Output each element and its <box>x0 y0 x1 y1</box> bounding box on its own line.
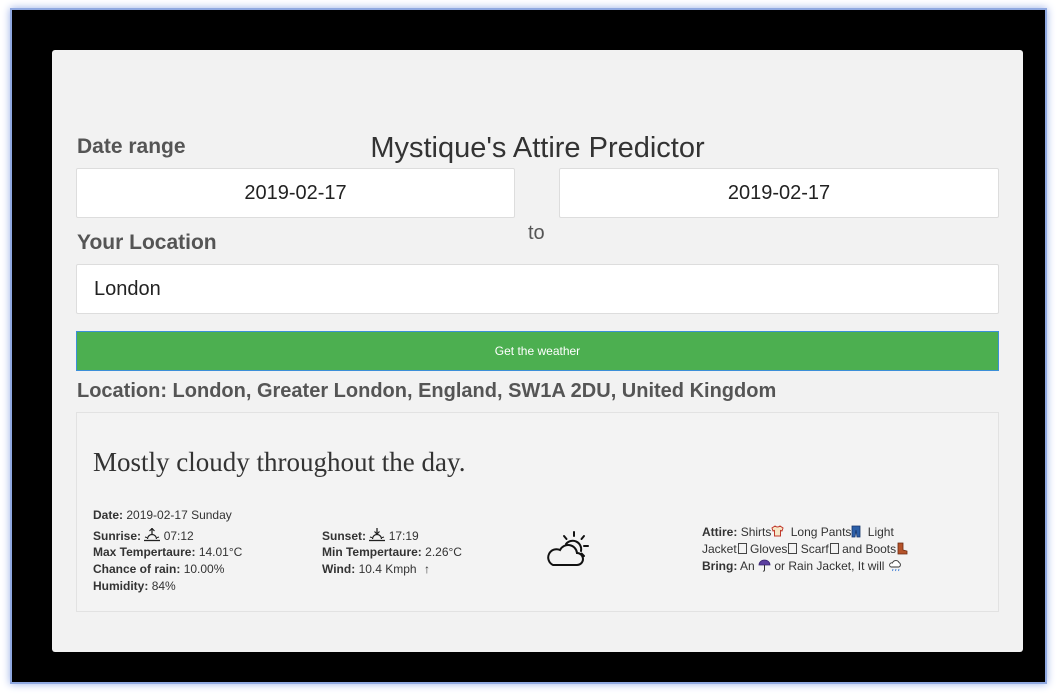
date-range-separator: to <box>528 222 545 244</box>
umbrella-icon <box>758 559 771 572</box>
date-range-label: Date range <box>77 135 186 158</box>
attire-recommendation: Attire: Shirts Long Pants Light Jacket G… <box>702 524 912 575</box>
jacket-icon <box>737 543 747 554</box>
location-result: Location: London, Greater London, Englan… <box>77 380 777 402</box>
location-input[interactable]: London <box>76 264 999 314</box>
date-from-input[interactable]: 2019-02-17 <box>76 168 515 218</box>
forecast-wind: Wind: 10.4 Kmph ↑ <box>322 562 430 576</box>
forecast-sunset: Sunset: 17:19 <box>322 528 419 543</box>
forecast-sunrise: Sunrise: 07:12 <box>93 528 194 543</box>
forecast-date: Date: 2019-02-17 Sunday <box>93 508 232 522</box>
attire-item-scarf: Scarf <box>800 542 829 556</box>
boot-icon <box>897 542 908 555</box>
sunrise-icon <box>144 528 161 542</box>
get-weather-button[interactable]: Get the weather <box>76 331 999 371</box>
forecast-card: Mostly cloudy throughout the day. Date: … <box>76 412 999 612</box>
gloves-icon <box>788 543 798 554</box>
rain-cloud-icon <box>888 560 901 572</box>
forecast-max-temp: Max Tempertaure: 14.01°C <box>93 545 243 559</box>
page-title: Mystique's Attire Predictor <box>370 132 705 164</box>
main-panel: Mystique's Attire Predictor Date range 2… <box>52 50 1023 652</box>
wind-direction-arrow-icon: ↑ <box>423 562 430 576</box>
partly-cloudy-day-icon <box>547 531 589 566</box>
bring-text-rain-jacket: or Rain Jacket, It will <box>774 559 885 573</box>
location-input-value: London <box>94 277 161 300</box>
forecast-humidity: Humidity: 84% <box>93 579 176 593</box>
attire-item-shirts: Shirts <box>740 525 772 539</box>
attire-label: Attire: <box>702 525 738 539</box>
bring-text-an: An <box>740 559 755 573</box>
sunset-icon <box>369 528 386 542</box>
date-to-value: 2019-02-17 <box>727 181 831 204</box>
get-weather-button-label: Get the weather <box>494 344 581 358</box>
forecast-min-temp: Min Tempertaure: 2.26°C <box>322 545 462 559</box>
date-from-value: 2019-02-17 <box>244 181 347 204</box>
location-label: Your Location <box>77 231 217 254</box>
shirt-icon <box>771 525 784 537</box>
attire-item-pants: Long Pants <box>790 525 852 539</box>
pants-icon <box>852 525 861 538</box>
forecast-summary: Mostly cloudy throughout the day. <box>93 447 466 477</box>
window-frame: Mystique's Attire Predictor Date range 2… <box>12 10 1045 682</box>
attire-item-boots: and Boots <box>842 542 897 556</box>
bring-label: Bring: <box>702 559 738 573</box>
attire-item-gloves: Gloves <box>750 542 788 556</box>
date-to-input[interactable]: 2019-02-17 <box>559 168 999 218</box>
forecast-rain-chance: Chance of rain: 10.00% <box>93 562 225 576</box>
scarf-icon <box>829 543 839 554</box>
